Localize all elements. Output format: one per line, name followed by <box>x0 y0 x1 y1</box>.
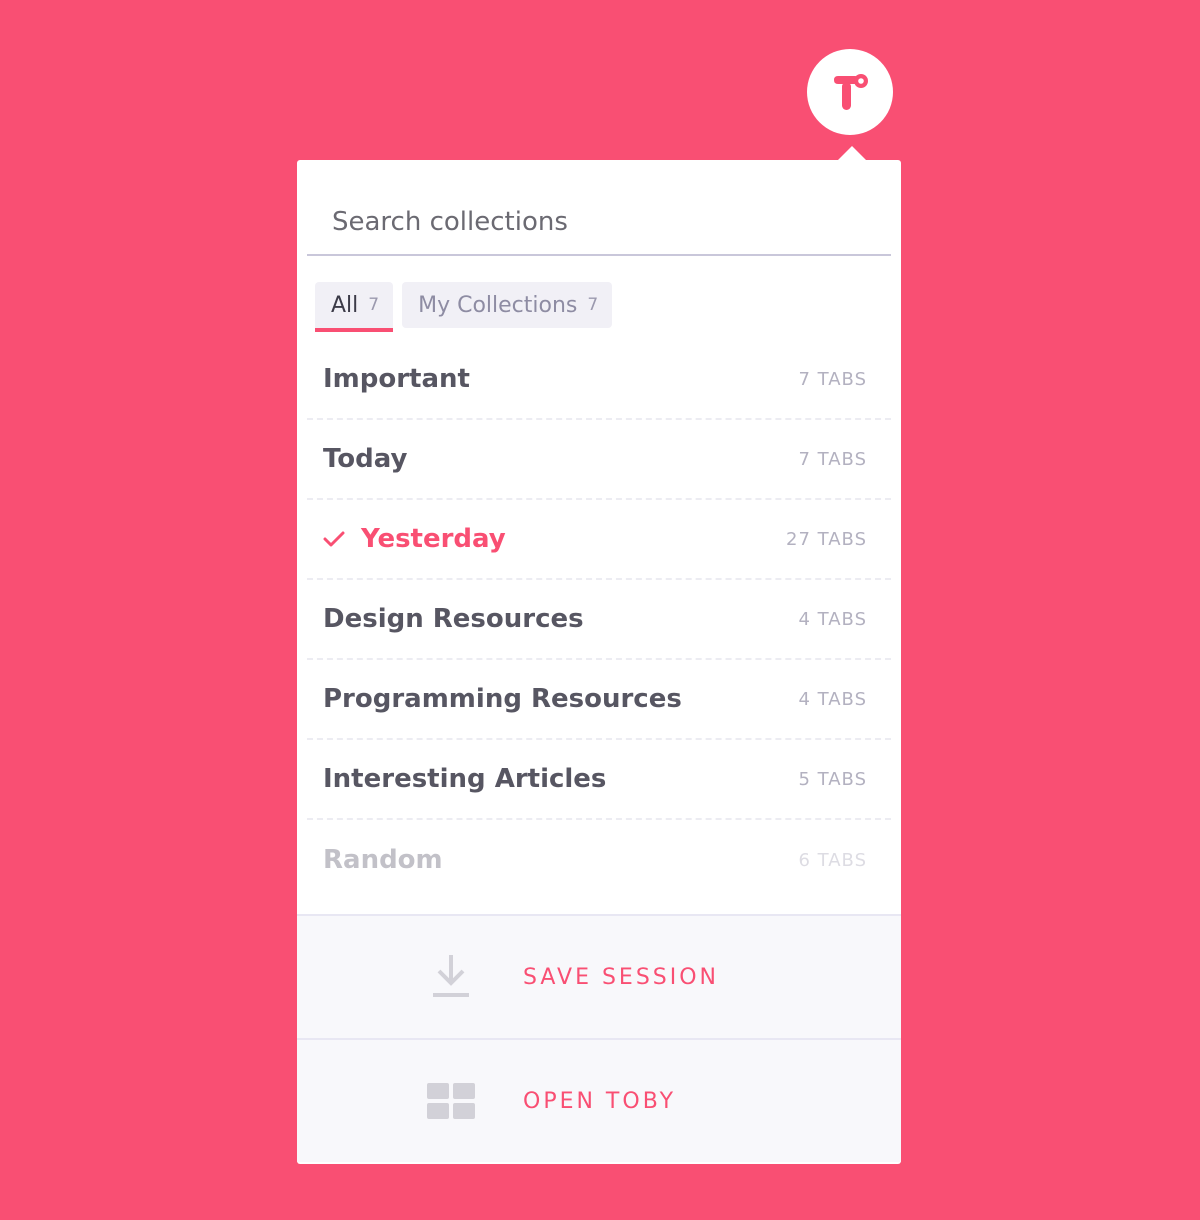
filter-tab-my-collections[interactable]: My Collections 7 <box>402 282 613 328</box>
toby-logo[interactable] <box>807 49 893 135</box>
collection-title: Programming Resources <box>323 684 682 714</box>
collections-popover: All 7 My Collections 7 Important 7 TABS … <box>297 160 901 1164</box>
collection-tab-count: 5 TABS <box>798 768 867 790</box>
collection-tab-count: 4 TABS <box>798 688 867 710</box>
collection-tab-count: 7 TABS <box>798 448 867 470</box>
search-bar <box>307 198 891 256</box>
collection-list: Important 7 TABS Today 7 TABS Yesterday … <box>307 340 891 900</box>
save-session-label: SAVE SESSION <box>523 964 720 990</box>
open-toby-label: OPEN TOBY <box>523 1088 677 1114</box>
collection-tab-count: 6 TABS <box>798 849 867 871</box>
collection-item-selected[interactable]: Yesterday 27 TABS <box>307 500 891 580</box>
collection-title: Yesterday <box>361 524 506 554</box>
collection-tab-count: 7 TABS <box>798 368 867 390</box>
collection-tab-count: 27 TABS <box>786 528 867 550</box>
collection-item[interactable]: Today 7 TABS <box>307 420 891 500</box>
open-toby-button[interactable]: OPEN TOBY <box>297 1038 901 1162</box>
collection-item[interactable]: Important 7 TABS <box>307 340 891 420</box>
save-session-button[interactable]: SAVE SESSION <box>297 914 901 1038</box>
filter-tab-label: My Collections <box>418 292 578 318</box>
checkmark-icon <box>323 530 345 548</box>
toby-logo-icon <box>834 74 868 110</box>
collection-tab-count: 4 TABS <box>798 608 867 630</box>
action-footer: SAVE SESSION OPEN TOBY <box>297 914 901 1162</box>
collection-item[interactable]: Programming Resources 4 TABS <box>307 660 891 740</box>
download-icon <box>423 953 479 1001</box>
filter-tab-count: 7 <box>368 295 380 315</box>
collection-item[interactable]: Random 6 TABS <box>307 820 891 900</box>
filter-tabs: All 7 My Collections 7 <box>315 282 613 332</box>
collection-title: Random <box>323 845 443 875</box>
filter-tab-label: All <box>331 292 359 318</box>
grid-icon <box>423 1083 479 1119</box>
collection-title: Important <box>323 364 470 394</box>
collection-item[interactable]: Design Resources 4 TABS <box>307 580 891 660</box>
collection-title: Today <box>323 444 408 474</box>
filter-tab-all[interactable]: All 7 <box>315 282 394 332</box>
collection-title: Interesting Articles <box>323 764 607 794</box>
filter-tab-count: 7 <box>587 295 599 315</box>
collection-title: Design Resources <box>323 604 584 634</box>
popover-arrow <box>838 146 866 160</box>
collection-item[interactable]: Interesting Articles 5 TABS <box>307 740 891 820</box>
search-input[interactable] <box>307 198 891 246</box>
